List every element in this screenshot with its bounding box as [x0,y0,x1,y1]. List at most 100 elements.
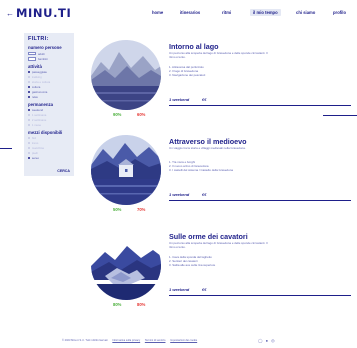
card-description: Un percorso alla scoperta del lago di Gr… [169,51,268,59]
card-divider [169,295,351,296]
globe-icon[interactable]: ◎ [271,338,275,343]
filter-option-label: macchina [31,146,44,150]
radio-icon [28,85,31,89]
red-percentage: 80% [137,302,146,307]
card-steps: 1. Cava della sponda del laghetto 2. Sen… [169,255,215,268]
card-duration: 1 weekend [169,192,190,197]
children-stepper[interactable] [28,57,36,61]
filter-option[interactable]: trekking [28,75,70,79]
card-title[interactable]: Intorno al lago [169,42,219,51]
card-step: 3. Navigazione dei pescatori [169,73,206,78]
red-percentage: 60% [137,112,146,117]
filter-option-label: 2 settimane [31,118,47,122]
radio-icon [28,146,31,150]
instagram-icon[interactable]: ◯ [258,338,262,343]
red-percentage: 70% [137,207,146,212]
adults-row: adulti [28,52,70,56]
facebook-icon[interactable]: ● [266,338,268,343]
lake-photo [91,40,161,110]
filter-option[interactable]: storia e cultura [28,80,70,84]
filter-option[interactable]: bici [28,136,70,140]
itinerary-card[interactable]: 80% 80% Sulle orme dei cavatori Un perco… [91,230,351,314]
filter-option-label: weekend [31,108,44,112]
filter-option-label: cultura [31,85,41,89]
green-percentage: 80% [113,302,122,307]
card-title[interactable]: Attraverso il medioevo [169,137,247,146]
radio-icon [28,75,31,79]
filter-option[interactable]: aereo [28,156,70,160]
card-title[interactable]: Sulle orme dei cavatori [169,232,248,241]
card-divider [169,105,351,106]
filter-option-label: piedi [31,151,38,155]
card-price: €€ [202,97,207,102]
filter-option[interactable]: macchina [28,146,70,150]
filter-group-title: numero persone [28,45,62,50]
children-label: bambini [38,57,48,61]
filter-option[interactable]: 2 settimane [28,118,70,122]
cookie-settings-link[interactable]: Impostazioni dei cookie [170,339,197,342]
radio-icon [28,70,31,74]
card-price: €€ [202,287,207,292]
filter-option[interactable]: cultura [28,85,70,89]
radio-icon [28,118,31,122]
green-percentage: 90% [113,112,122,117]
radio-icon [28,113,31,117]
filter-option[interactable]: 1 settimana [28,113,70,117]
green-percentage: 50% [113,207,122,212]
privacy-link[interactable]: Informativa sulla privacy [112,339,140,342]
search-button[interactable]: CERCA [57,169,70,173]
filter-option-label: trekking [31,75,42,79]
itinerary-card[interactable]: 90% 60% Intorno al lago Un percorso alla… [91,40,351,124]
adults-stepper[interactable] [28,51,36,56]
filter-group-title: permanenza [28,102,54,107]
top-bar: ← MINU.TI home itinerarios ritmi il mio … [0,0,357,26]
card-description: Un viaggio tra la storia e villaggi medi… [169,146,246,150]
card-duration: 1 weekend [169,97,190,102]
filter-option[interactable]: treno [28,141,70,145]
radio-icon [28,136,31,140]
nav-profilo[interactable]: profilo [333,10,346,15]
filter-option[interactable]: 1 mese [28,123,70,127]
card-step: 3. I castelli del sistema / Castello del… [169,168,233,173]
terms-link[interactable]: Termini di servizio [145,339,166,342]
filter-option-label: storia e cultura [31,80,51,84]
filter-option-label: passeggiate [31,70,47,74]
nav-itinerari[interactable]: itinerarios [180,10,200,15]
decorative-line [0,148,12,149]
radio-icon [28,141,31,145]
radio-icon [28,123,31,127]
filter-option[interactable]: relax [28,95,70,99]
filter-option-label: 1 settimana [31,113,47,117]
filter-group-title: attività [28,64,42,69]
filter-option-label: treno [31,141,39,145]
quarry-photo [91,230,161,300]
filter-option-label: bici [31,136,37,140]
radio-icon [28,90,31,94]
radio-icon [28,151,31,155]
filter-option-label: relax [31,95,38,99]
filter-option[interactable]: piedi [28,151,70,155]
village-photo [91,135,161,205]
children-row: bambini [28,57,70,61]
card-duration: 1 weekend [169,287,190,292]
radio-icon [28,108,31,112]
card-steps: 1. Tra mura e borghi 2. Il nuovo arrivo … [169,160,233,173]
nav-home[interactable]: home [152,10,163,15]
card-divider [169,200,351,201]
nav-il-mio-tempo[interactable]: il mio tempo [250,9,281,16]
radio-icon [28,156,31,160]
filter-option-label: 1 mese [31,123,42,127]
nav-ritmi[interactable]: ritmi [222,10,231,15]
filter-option[interactable]: passeggiate [28,70,70,74]
filter-group-title: mezzi disponibili [28,130,63,135]
itinerary-card[interactable]: 50% 70% Attraverso il medioevo Un viaggi… [91,135,351,219]
footer: © 2023 Minu.ti S.r.l. Tutti i diritti ri… [62,339,201,342]
filters-title: FILTRI: [28,36,49,42]
filter-option[interactable]: weekend [28,108,70,112]
filter-option-label: gastronomia [31,90,48,94]
radio-icon [28,80,31,84]
nav-chi-siamo[interactable]: chi siamo [296,10,315,15]
card-price: €€ [202,192,207,197]
filter-option[interactable]: gastronomia [28,90,70,94]
card-steps: 1. Attraversa dal porticciolo 2. Il lago… [169,65,205,78]
